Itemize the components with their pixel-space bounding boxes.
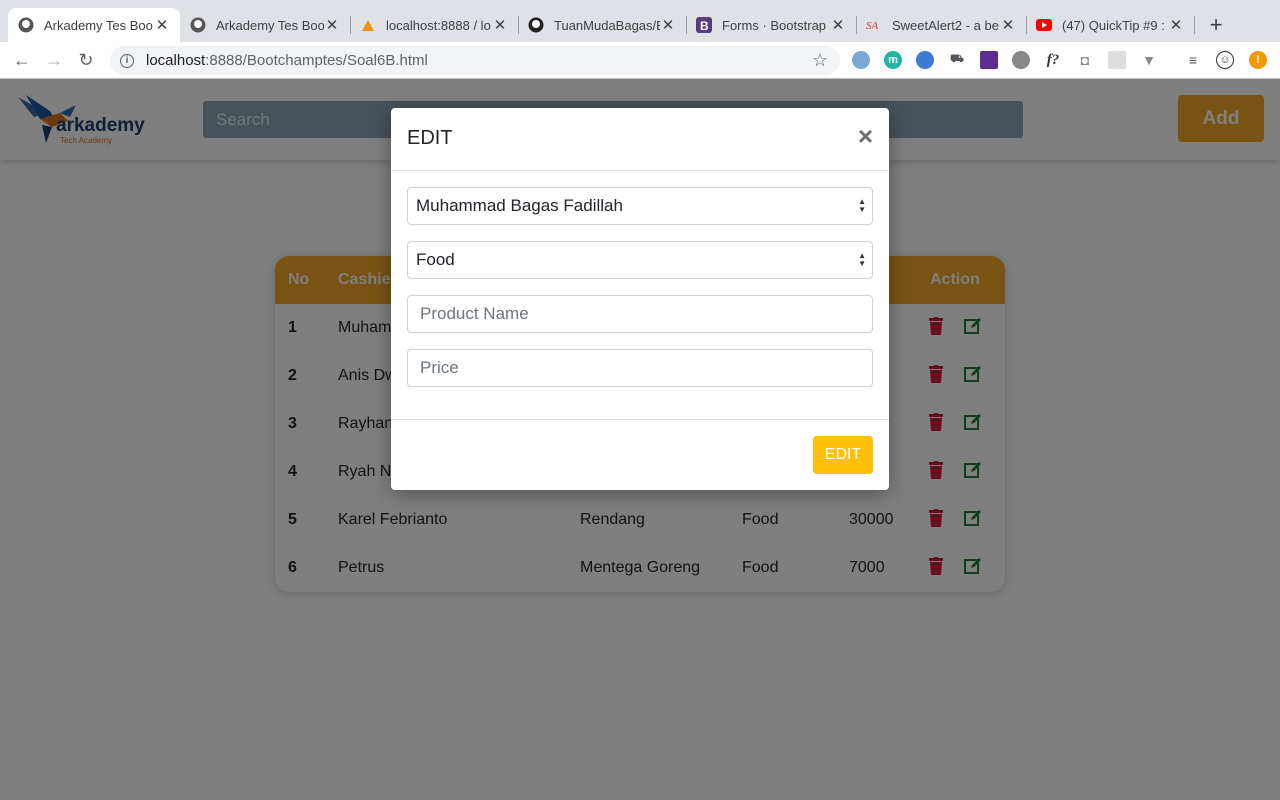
- product-name-input[interactable]: Product Name: [407, 295, 873, 333]
- tab-title: localhost:8888 / lo: [386, 17, 491, 33]
- cashier-select-value: Muhammad Bagas Fadillah: [416, 196, 623, 215]
- select-caret-icon: ▲ ▼: [858, 251, 866, 268]
- extension-5-icon[interactable]: [980, 51, 998, 69]
- category-select[interactable]: Food ▲ ▼: [407, 241, 873, 279]
- close-tab-icon[interactable]: ✕: [660, 16, 676, 34]
- tab-title: TuanMudaBagas/B: [554, 17, 660, 33]
- back-arrow-icon[interactable]: ←: [10, 48, 34, 72]
- update-alert-icon[interactable]: !: [1249, 51, 1267, 69]
- forward-arrow-icon[interactable]: →: [42, 48, 66, 72]
- vue-devtools-icon[interactable]: ▼: [1140, 51, 1158, 69]
- browser-tab-1[interactable]: Arkademy Tes Boo ✕: [8, 8, 180, 42]
- github-favicon-icon: [190, 17, 206, 33]
- reload-icon[interactable]: ↻: [74, 48, 98, 72]
- address-bar[interactable]: i localhost:8888/Bootchamptes/Soal6B.htm…: [110, 46, 840, 75]
- tab-title: Forms · Bootstrap: [722, 17, 827, 33]
- tab-title: SweetAlert2 - a be: [892, 17, 999, 33]
- extension-1-icon[interactable]: [852, 51, 870, 69]
- close-tab-icon[interactable]: ✕: [1168, 16, 1184, 34]
- new-tab-button[interactable]: +: [1205, 12, 1227, 38]
- tab-title: Arkademy Tes Boo: [44, 17, 153, 33]
- price-input[interactable]: Price: [407, 349, 873, 387]
- profile-avatar-icon[interactable]: ☺: [1216, 51, 1234, 69]
- github-favicon-icon: [18, 17, 34, 33]
- browser-tab-7[interactable]: (47) QuickTip #9 : ✕: [1026, 8, 1194, 42]
- youtube-favicon-icon: [1036, 17, 1052, 33]
- bookmark-star-icon[interactable]: ☆: [812, 50, 828, 71]
- select-caret-icon: ▲ ▼: [858, 197, 866, 214]
- browser-tab-4[interactable]: TuanMudaBagas/B ✕: [518, 8, 686, 42]
- edit-submit-button[interactable]: EDIT: [813, 436, 873, 474]
- category-select-value: Food: [416, 250, 455, 269]
- github-favicon-icon: [528, 17, 544, 33]
- close-tab-icon[interactable]: ✕: [830, 16, 846, 34]
- tab-title: (47) QuickTip #9 :: [1062, 17, 1165, 33]
- browser-chrome: Arkademy Tes Boo ✕ Arkademy Tes Boo ✕ lo…: [0, 0, 1280, 79]
- extension-3-icon[interactable]: [916, 51, 934, 69]
- camera-icon[interactable]: ◘: [1076, 51, 1094, 69]
- browser-tab-2[interactable]: Arkademy Tes Boo ✕: [180, 8, 350, 42]
- svg-text:SA: SA: [866, 20, 879, 32]
- bootstrap-favicon-icon: B: [696, 17, 712, 33]
- close-tab-icon[interactable]: ✕: [1000, 16, 1016, 34]
- edit-modal: EDIT × Muhammad Bagas Fadillah ▲ ▼ Food ▲…: [391, 108, 889, 490]
- extension-2-icon[interactable]: m: [884, 51, 902, 69]
- url-path: :8888/Bootchamptes/Soal6B.html: [205, 52, 428, 69]
- close-tab-icon[interactable]: ✕: [492, 16, 508, 34]
- url-host: localhost: [146, 52, 206, 69]
- close-tab-icon[interactable]: ✕: [324, 16, 340, 34]
- extension-7-icon[interactable]: f?: [1044, 51, 1062, 69]
- modal-title: EDIT: [407, 127, 453, 149]
- tab-title: Arkademy Tes Boo: [216, 17, 324, 33]
- phpmyadmin-favicon-icon: [360, 17, 376, 33]
- site-info-icon[interactable]: i: [120, 53, 134, 68]
- close-icon[interactable]: ×: [858, 123, 873, 149]
- cashier-select[interactable]: Muhammad Bagas Fadillah ▲ ▼: [407, 187, 873, 225]
- svg-text:B: B: [700, 19, 709, 33]
- modal-header: EDIT ×: [391, 108, 889, 171]
- browser-tab-5[interactable]: B Forms · Bootstrap ✕: [686, 8, 856, 42]
- extension-9-icon[interactable]: [1108, 51, 1126, 69]
- media-queue-icon[interactable]: ≡: [1184, 51, 1202, 69]
- extension-4-icon[interactable]: ⛟: [948, 51, 966, 69]
- modal-footer: EDIT: [391, 419, 889, 490]
- browser-tab-3[interactable]: localhost:8888 / lo ✕: [350, 8, 518, 42]
- sweetalert-favicon-icon: SA: [866, 17, 882, 33]
- extension-6-icon[interactable]: [1012, 51, 1030, 69]
- browser-toolbar: ← → ↻ i localhost:8888/Bootchamptes/Soal…: [0, 42, 1280, 79]
- close-tab-icon[interactable]: ✕: [154, 16, 170, 34]
- browser-tab-6[interactable]: SA SweetAlert2 - a be ✕: [856, 8, 1026, 42]
- tab-separator: [1194, 16, 1195, 34]
- tab-strip: Arkademy Tes Boo ✕ Arkademy Tes Boo ✕ lo…: [0, 0, 1280, 42]
